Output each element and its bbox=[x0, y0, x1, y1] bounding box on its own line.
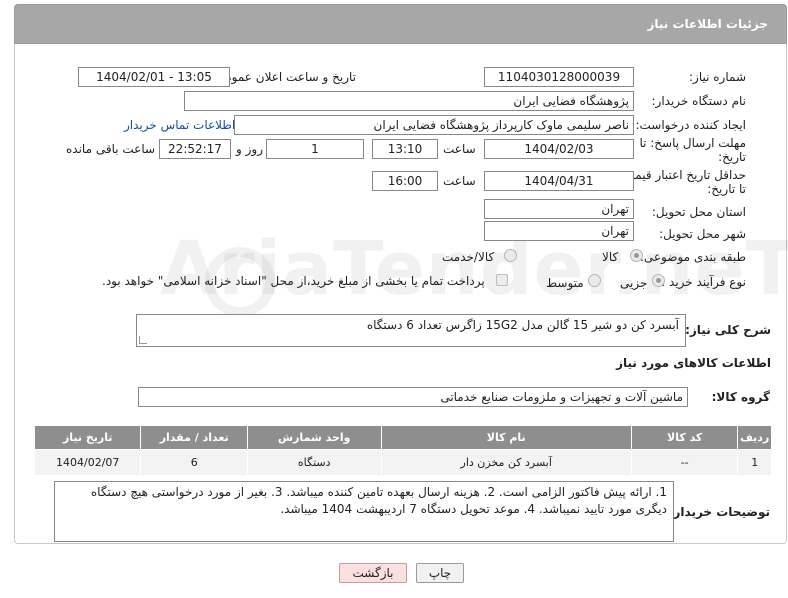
city-field: تهران bbox=[484, 221, 634, 241]
treasury-checkbox[interactable] bbox=[496, 274, 508, 286]
validity-time-field: 16:00 bbox=[372, 171, 438, 191]
cell-qty: 6 bbox=[140, 449, 248, 476]
description-textarea[interactable]: آبسرد کن دو شیر 15 گالن مدل 15G2 زاگرس ت… bbox=[136, 314, 686, 347]
deadline-time-label: ساعت bbox=[443, 142, 476, 156]
table-row: 1 -- آبسرد کن مخزن دار دستگاه 6 1404/02/… bbox=[33, 449, 772, 476]
city-label: شهر محل تحویل: bbox=[659, 227, 746, 241]
category-option-goods-service: کالا/خدمت bbox=[442, 250, 495, 264]
col-name: نام کالا bbox=[380, 425, 632, 450]
category-radio-goods[interactable] bbox=[630, 249, 643, 262]
buyer-field: پژوهشگاه فضایی ایران bbox=[184, 91, 634, 111]
purchase-radio-minor[interactable] bbox=[652, 274, 665, 287]
description-label: شرح کلی نیاز: bbox=[685, 323, 771, 337]
deadline-time-field: 13:10 bbox=[372, 139, 438, 159]
resize-handle[interactable] bbox=[139, 336, 147, 344]
buyer-notes-label: توضیحات خریدار: bbox=[668, 505, 770, 519]
deadline-date-field: 1404/02/03 bbox=[484, 139, 634, 159]
remaining-label: ساعت باقی مانده bbox=[66, 142, 156, 156]
col-unit: واحد شمارش bbox=[246, 425, 382, 450]
col-row: ردیف bbox=[737, 425, 772, 450]
province-label: استان محل تحویل: bbox=[651, 205, 746, 219]
goods-section-title: اطلاعات کالاهای مورد نیاز bbox=[616, 356, 771, 370]
deadline-label-date: تاریخ: bbox=[718, 150, 746, 164]
validity-time-label: ساعت bbox=[443, 174, 476, 188]
cell-unit: دستگاه bbox=[246, 449, 382, 476]
table-header-row: ردیف کد کالا نام کالا واحد شمارش تعداد /… bbox=[33, 425, 772, 450]
back-button[interactable]: بازگشت bbox=[339, 563, 407, 583]
validity-date-field: 1404/04/31 bbox=[484, 171, 634, 191]
need-number-label: شماره نیاز: bbox=[689, 70, 746, 84]
panel-title: جزئیات اطلاعات نیاز bbox=[647, 17, 768, 31]
treasury-note: پرداخت تمام یا بخشی از مبلغ خرید،از محل … bbox=[102, 274, 485, 288]
col-date: تاریخ نیاز bbox=[33, 425, 142, 450]
cell-name: آبسرد کن مخزن دار bbox=[380, 449, 632, 476]
need-number-field: 1104030128000039 bbox=[484, 67, 634, 87]
province-field: تهران bbox=[484, 199, 634, 219]
creator-field: ناصر سلیمی ماوک کارپرداز پژوهشگاه فضایی … bbox=[234, 115, 634, 135]
deadline-label: مهلت ارسال پاسخ: تا bbox=[639, 136, 746, 150]
purchase-type-label: نوع فرآیند خرید : bbox=[661, 275, 746, 289]
announce-label: تاریخ و ساعت اعلان عمومی: bbox=[211, 70, 356, 84]
print-button[interactable]: چاپ bbox=[416, 563, 464, 583]
goods-group-label: گروه کالا: bbox=[711, 390, 770, 404]
buyer-notes-text: 1. ارائه پیش فاکتور الزامی است. 2. هزینه… bbox=[90, 485, 667, 516]
category-label: طبقه بندی موضوعی: bbox=[639, 250, 746, 264]
remaining-time-field: 22:52:17 bbox=[159, 139, 231, 159]
goods-group-field: ماشین آلات و تجهیزات و ملزومات صنایع خدم… bbox=[138, 387, 688, 407]
cell-row: 1 bbox=[737, 449, 772, 476]
buyer-label: نام دستگاه خریدار: bbox=[651, 94, 747, 108]
validity-label: حداقل تاریخ اعتبار قیمت: bbox=[619, 168, 746, 182]
description-text: آبسرد کن دو شیر 15 گالن مدل 15G2 زاگرس ت… bbox=[366, 318, 679, 332]
category-radio-goods-service[interactable] bbox=[504, 249, 517, 262]
col-qty: تعداد / مقدار bbox=[140, 425, 248, 450]
validity-label-date: تا تاریخ: bbox=[707, 182, 746, 196]
category-option-goods: کالا bbox=[602, 250, 619, 264]
contact-info-link[interactable]: اطلاعات تماس خریدار bbox=[124, 118, 235, 132]
creator-label: ایجاد کننده درخواست: bbox=[635, 118, 746, 132]
cell-code: -- bbox=[630, 449, 739, 476]
purchase-radio-medium[interactable] bbox=[588, 274, 601, 287]
days-field: 1 bbox=[266, 139, 364, 159]
cell-date: 1404/02/07 bbox=[33, 449, 142, 476]
items-table: ردیف کد کالا نام کالا واحد شمارش تعداد /… bbox=[33, 425, 772, 476]
buyer-notes-textarea[interactable]: 1. ارائه پیش فاکتور الزامی است. 2. هزینه… bbox=[54, 481, 674, 542]
days-label: روز و bbox=[236, 142, 263, 156]
purchase-option-minor: جزیی bbox=[620, 276, 648, 290]
col-code: کد کالا bbox=[630, 425, 739, 450]
purchase-option-medium: متوسط bbox=[546, 276, 584, 290]
announce-field: 1404/02/01 - 13:05 bbox=[78, 67, 230, 87]
